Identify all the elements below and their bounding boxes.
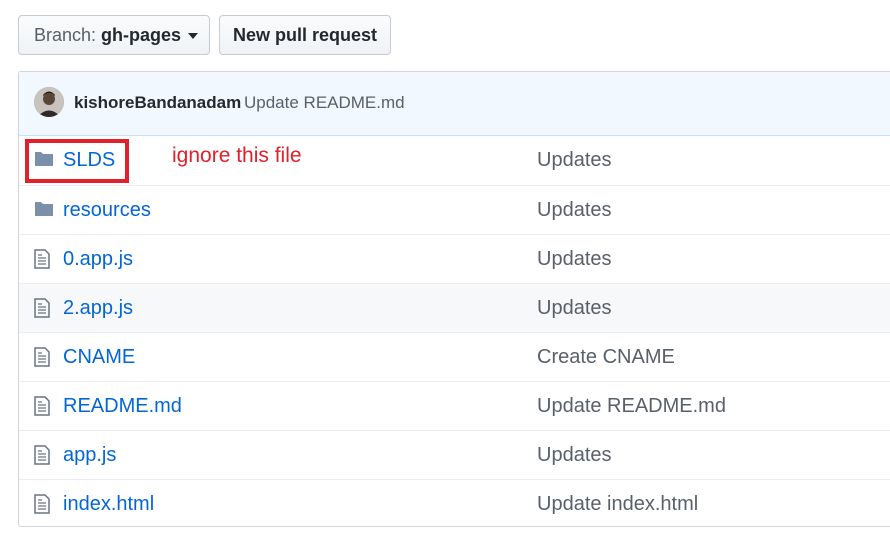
commit-message[interactable]: Update README.md	[537, 395, 726, 418]
commit-author-link[interactable]: kishoreBandanadam	[74, 93, 241, 113]
latest-commit-bar: kishoreBandanadam Update README.md	[19, 72, 890, 136]
commit-message[interactable]: Updates	[537, 444, 612, 467]
table-row: resources Updates	[19, 185, 890, 234]
table-row: SLDS Updates	[19, 136, 890, 185]
branch-select-button[interactable]: Branch: gh-pages	[18, 15, 210, 55]
folder-icon	[34, 200, 54, 222]
file-icon	[34, 298, 50, 323]
table-row: index.html Update index.html	[19, 479, 890, 528]
table-row: CNAME Create CNAME	[19, 332, 890, 381]
annotation-highlight-box	[25, 139, 129, 183]
table-row: README.md Update README.md	[19, 381, 890, 430]
table-row: app.js Updates	[19, 430, 890, 479]
avatar[interactable]	[34, 87, 64, 117]
commit-message[interactable]: Update index.html	[537, 493, 698, 516]
table-row: 0.app.js Updates	[19, 234, 890, 283]
file-link[interactable]: README.md	[63, 395, 182, 418]
file-link[interactable]: CNAME	[63, 346, 135, 369]
commit-message-link[interactable]: Update README.md	[244, 93, 405, 113]
caret-down-icon	[188, 33, 199, 39]
file-link[interactable]: 2.app.js	[63, 297, 133, 320]
commit-message[interactable]: Updates	[537, 248, 612, 271]
file-link[interactable]: index.html	[63, 493, 154, 516]
annotation-text: ignore this file	[172, 144, 302, 167]
table-row: 2.app.js Updates	[19, 283, 890, 332]
file-link[interactable]: app.js	[63, 444, 116, 467]
file-icon	[34, 249, 50, 274]
file-list: kishoreBandanadam Update README.md SLDS …	[18, 71, 890, 527]
branch-value: gh-pages	[101, 24, 182, 45]
file-icon	[34, 347, 50, 372]
new-pull-request-button[interactable]: New pull request	[219, 15, 391, 55]
file-link[interactable]: 0.app.js	[63, 248, 133, 271]
file-link[interactable]: resources	[63, 199, 151, 222]
file-icon	[34, 494, 50, 519]
branch-label: Branch:	[34, 24, 97, 45]
commit-message[interactable]: Updates	[537, 199, 612, 222]
commit-message[interactable]: Updates	[537, 149, 612, 172]
file-icon	[34, 445, 50, 470]
commit-message[interactable]: Create CNAME	[537, 346, 675, 369]
commit-message[interactable]: Updates	[537, 297, 612, 320]
file-icon	[34, 396, 50, 421]
